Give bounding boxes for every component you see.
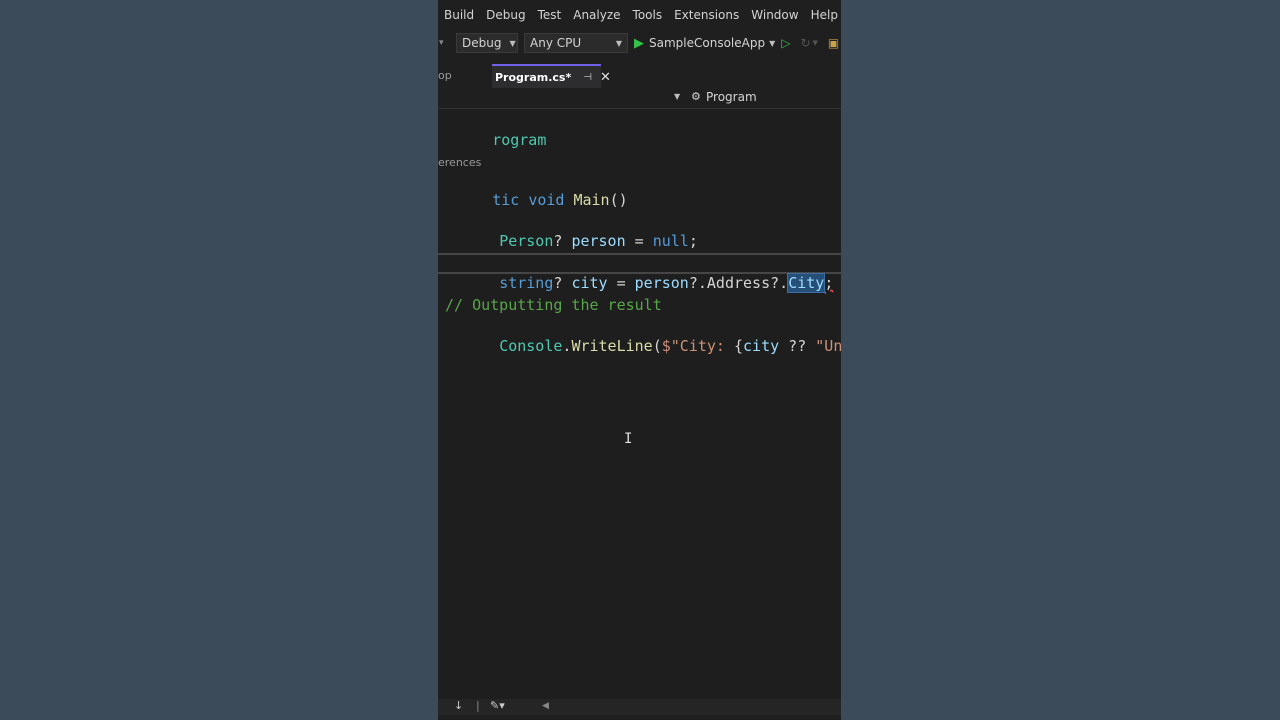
configuration-value: Debug xyxy=(462,36,502,50)
start-without-debugging-icon[interactable]: ▷ xyxy=(781,36,790,50)
operator-token: ?? xyxy=(779,337,816,355)
punctuation-token: ( xyxy=(652,337,662,355)
punctuation-token: () xyxy=(609,191,628,209)
folder-icon[interactable]: ▣ xyxy=(828,36,839,50)
keyword-token: string xyxy=(499,274,554,292)
keyword-token: tic xyxy=(492,191,529,209)
menu-bar: Build Debug Test Analyze Tools Extension… xyxy=(438,0,841,30)
code-line-comment: // Outputting the result xyxy=(445,296,662,314)
background-left xyxy=(0,0,438,720)
background-right xyxy=(841,0,1280,720)
tab-program-cs[interactable]: Program.cs* ⊣ ✕ xyxy=(492,64,611,88)
menu-tools[interactable]: Tools xyxy=(627,8,669,22)
type-token: Console xyxy=(499,337,563,355)
editor-bottom-bar: ↓ | ✎▾ ◀ xyxy=(438,699,841,715)
text-cursor-icon: I xyxy=(624,431,633,447)
class-name-token: rogram xyxy=(492,131,547,149)
run-target-label[interactable]: SampleConsoleApp xyxy=(649,36,765,50)
close-icon[interactable]: ✕ xyxy=(600,70,611,85)
chevron-down-icon: ▼ xyxy=(615,38,622,48)
method-token: Main xyxy=(573,191,610,209)
toolbar-overflow-caret-icon[interactable]: ▾ xyxy=(439,38,453,48)
operator-token: = xyxy=(625,232,653,250)
run-target-caret-icon[interactable]: ▼ xyxy=(769,39,775,48)
chevron-down-icon[interactable]: ▼ xyxy=(674,92,680,101)
code-line-person: Person? person = null; xyxy=(445,211,698,250)
variable-token: person xyxy=(634,274,689,292)
platform-value: Any CPU xyxy=(530,36,582,50)
navigation-bar: ▼ ⚙ Program xyxy=(438,88,841,109)
menu-debug[interactable]: Debug xyxy=(480,8,531,22)
status-bar xyxy=(438,715,841,720)
tab-previous[interactable]: op xyxy=(438,69,452,82)
menu-help[interactable]: Help xyxy=(805,8,841,22)
punctuation-token: ? xyxy=(553,274,572,292)
menu-build[interactable]: Build xyxy=(438,8,480,22)
punctuation-token: ? xyxy=(553,232,572,250)
hot-reload-caret-icon[interactable]: ▼ xyxy=(813,39,818,47)
type-token: Person xyxy=(499,232,554,250)
variable-token: person xyxy=(571,232,626,250)
code-line-class: rogram xyxy=(438,110,546,149)
operator-token: = xyxy=(607,274,635,292)
tab-label: Program.cs* xyxy=(495,70,572,84)
string-token: "Unknown xyxy=(815,337,841,355)
member-token: Address xyxy=(706,274,771,292)
menu-test[interactable]: Test xyxy=(532,8,568,22)
punctuation-token: ; xyxy=(688,232,698,250)
arrow-down-icon[interactable]: ↓ xyxy=(454,699,463,712)
start-debugging-icon[interactable]: ▶ xyxy=(634,36,644,51)
hot-reload-icon[interactable]: ↻ xyxy=(800,36,810,50)
scroll-left-icon[interactable]: ◀ xyxy=(542,701,549,711)
code-line-writeline: Console.WriteLine($"City: {city ?? "Unkn… xyxy=(445,316,841,355)
chevron-down-icon: ▼ xyxy=(509,38,516,48)
separator: | xyxy=(476,699,480,712)
class-dropdown-label[interactable]: Program xyxy=(706,90,757,104)
toolbar: ▾ Debug ▼ Any CPU ▼ ▶ SampleConsoleApp ▼… xyxy=(438,30,841,56)
selected-member-token[interactable]: City xyxy=(787,273,826,293)
code-line-main: tic void Main() xyxy=(438,170,627,209)
menu-extensions[interactable]: Extensions xyxy=(668,8,745,22)
code-cleanup-icon[interactable]: ✎▾ xyxy=(490,699,505,712)
string-token: $"City: xyxy=(661,337,734,355)
variable-token: city xyxy=(743,337,780,355)
document-tabs: op Program.cs* ⊣ ✕ xyxy=(438,64,841,90)
method-token: WriteLine xyxy=(571,337,653,355)
class-icon: ⚙ xyxy=(691,90,701,103)
menu-window[interactable]: Window xyxy=(745,8,804,22)
operator-token: ?. xyxy=(688,274,707,292)
pin-icon[interactable]: ⊣ xyxy=(583,72,592,83)
code-editor[interactable]: rogram erences tic void Main() Person? p… xyxy=(438,109,841,699)
code-line-city: string? city = person?.Address?.City; xyxy=(445,253,833,293)
configuration-dropdown[interactable]: Debug ▼ xyxy=(456,33,518,53)
operator-token: ?. xyxy=(770,274,789,292)
visual-studio-window: Build Debug Test Analyze Tools Extension… xyxy=(438,0,841,720)
keyword-token: void xyxy=(528,191,574,209)
variable-token: city xyxy=(571,274,608,292)
platform-dropdown[interactable]: Any CPU ▼ xyxy=(524,33,628,53)
error-squiggle-token: ; xyxy=(824,274,834,292)
menu-analyze[interactable]: Analyze xyxy=(567,8,626,22)
punctuation-token: { xyxy=(734,337,744,355)
keyword-token: null xyxy=(652,232,689,250)
